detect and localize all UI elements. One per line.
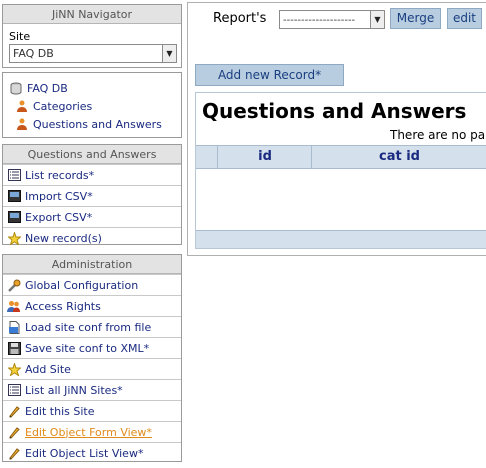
menu-label: Load site conf from file bbox=[25, 320, 152, 334]
menu-edit-object-list-view[interactable]: Edit Object List View* bbox=[3, 442, 181, 463]
add-new-record-button[interactable]: Add new Record* bbox=[195, 64, 344, 86]
menu-global-configuration[interactable]: Global Configuration bbox=[3, 274, 181, 295]
nav-item-label: FAQ DB bbox=[27, 81, 68, 95]
page-title: Questions and Answers bbox=[202, 99, 467, 123]
people-icon bbox=[15, 99, 29, 113]
list-icon bbox=[7, 383, 21, 397]
menu-label: List all JiNN Sites* bbox=[25, 383, 123, 397]
menu-label: Edit Object Form View* bbox=[25, 425, 152, 439]
menu-list-records[interactable]: List records* bbox=[3, 164, 181, 185]
menu-load-site-conf[interactable]: Load site conf from file bbox=[3, 316, 181, 337]
admin-menu-title: Administration bbox=[3, 255, 181, 274]
column-header-label: id bbox=[258, 149, 272, 164]
pencil-icon bbox=[7, 446, 21, 460]
nav-item-categories[interactable]: Categories bbox=[9, 97, 181, 115]
edit-button[interactable]: edit bbox=[447, 8, 482, 29]
site-label: Site bbox=[9, 30, 31, 43]
reports-select-value: -------------------- bbox=[283, 15, 356, 26]
menu-label: New record(s) bbox=[25, 231, 102, 245]
site-select[interactable]: FAQ DB ▼ bbox=[9, 44, 177, 63]
chevron-down-icon: ▼ bbox=[370, 11, 384, 28]
menu-label: Save site conf to XML* bbox=[25, 341, 150, 355]
load-file-icon bbox=[7, 320, 21, 334]
nav-item-questions-answers[interactable]: Questions and Answers bbox=[9, 115, 181, 133]
menu-label: Access Rights bbox=[25, 299, 101, 313]
menu-save-site-conf[interactable]: Save site conf to XML* bbox=[3, 337, 181, 358]
database-icon bbox=[9, 81, 23, 95]
menu-access-rights[interactable]: Access Rights bbox=[3, 295, 181, 316]
column-header-id[interactable]: id bbox=[219, 146, 312, 168]
navigator-panel: JiNN Navigator Site FAQ DB ▼ bbox=[2, 4, 182, 68]
list-icon bbox=[7, 168, 21, 182]
menu-edit-object-form-view[interactable]: Edit Object Form View* bbox=[3, 421, 181, 442]
menu-label: Edit Object List View* bbox=[25, 446, 144, 460]
pencil-icon bbox=[7, 425, 21, 439]
save-disk-icon bbox=[7, 341, 21, 355]
menu-label: Import CSV* bbox=[25, 189, 93, 203]
users-icon bbox=[7, 299, 21, 313]
menu-list-all-sites[interactable]: List all JiNN Sites* bbox=[3, 379, 181, 400]
people-icon bbox=[15, 117, 29, 131]
nav-item-faq-db[interactable]: FAQ DB bbox=[9, 79, 181, 97]
qa-menu-title: Questions and Answers bbox=[3, 145, 181, 164]
merge-button[interactable]: Merge bbox=[390, 8, 441, 29]
admin-menu: Administration Global Configuration Acce… bbox=[2, 254, 182, 462]
column-header-label: cat id bbox=[379, 149, 420, 164]
table-header-spacer bbox=[196, 146, 218, 168]
nav-item-label: Questions and Answers bbox=[33, 117, 162, 131]
menu-edit-this-site[interactable]: Edit this Site bbox=[3, 400, 181, 421]
navigator-title: JiNN Navigator bbox=[3, 5, 181, 24]
menu-label: Export CSV* bbox=[25, 210, 93, 224]
star-new-icon bbox=[7, 231, 21, 245]
menu-label: Edit this Site bbox=[25, 404, 95, 418]
import-icon bbox=[7, 189, 21, 203]
wrench-icon bbox=[7, 278, 21, 292]
reports-select[interactable]: -------------------- ▼ bbox=[279, 10, 385, 29]
chevron-down-icon: ▼ bbox=[162, 45, 176, 62]
reports-label: Report's bbox=[213, 11, 267, 26]
menu-label: Add Site bbox=[25, 362, 71, 376]
navigator-tree: FAQ DB Categories Questions and Answers bbox=[2, 72, 182, 138]
menu-new-records[interactable]: New record(s) bbox=[3, 227, 181, 248]
column-header-cat-id[interactable]: cat id bbox=[313, 146, 486, 168]
star-new-icon bbox=[7, 362, 21, 376]
menu-import-csv[interactable]: Import CSV* bbox=[3, 185, 181, 206]
menu-add-site[interactable]: Add Site bbox=[3, 358, 181, 379]
export-icon bbox=[7, 210, 21, 224]
menu-label: Global Configuration bbox=[25, 278, 139, 292]
notice-text: There are no pa bbox=[390, 128, 486, 142]
table-footer bbox=[196, 230, 486, 248]
qa-menu: Questions and Answers List records* Impo… bbox=[2, 144, 182, 245]
nav-item-label: Categories bbox=[33, 99, 93, 113]
site-select-value: FAQ DB bbox=[13, 47, 54, 60]
pencil-icon bbox=[7, 404, 21, 418]
menu-export-csv[interactable]: Export CSV* bbox=[3, 206, 181, 227]
menu-label: List records* bbox=[25, 168, 95, 182]
